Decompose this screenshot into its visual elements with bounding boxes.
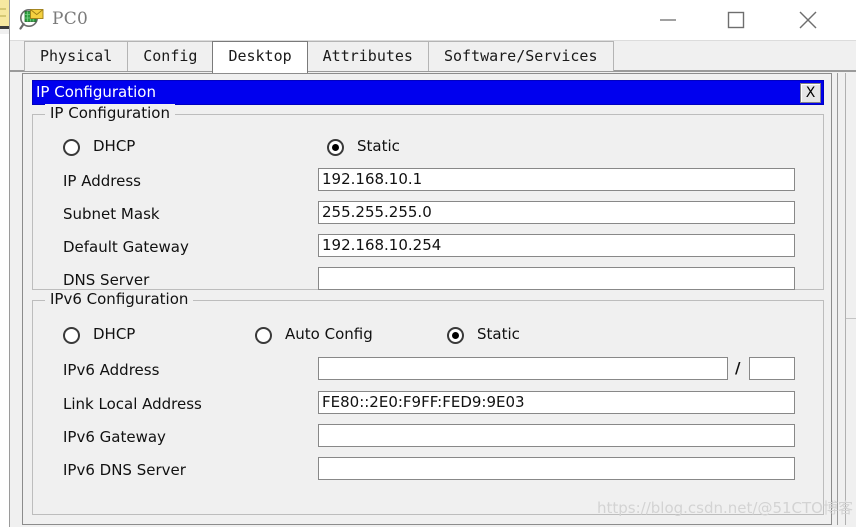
scrollbar-track-edge bbox=[837, 73, 838, 525]
vertical-scrollbar[interactable] bbox=[832, 73, 856, 525]
radio-ipv4-static-label[interactable]: Static bbox=[357, 137, 400, 155]
radio-ipv6-static-label[interactable]: Static bbox=[477, 325, 520, 343]
tab-config[interactable]: Config bbox=[127, 41, 214, 71]
label-ipv6-dns-server: IPv6 DNS Server bbox=[63, 461, 186, 479]
tab-label: Software/Services bbox=[443, 47, 598, 65]
tab-label: Physical bbox=[40, 47, 113, 65]
radio-ipv6-static[interactable] bbox=[447, 327, 464, 344]
pc0-window: PC0 Physical Config Desktop Attributes S… bbox=[9, 0, 856, 527]
input-ip-address[interactable]: 192.168.10.1 bbox=[318, 168, 795, 191]
input-dns-server[interactable] bbox=[318, 267, 795, 290]
background-window-stripe bbox=[0, 15, 6, 17]
scrollbar-track-edge bbox=[845, 73, 846, 525]
tab-software-services[interactable]: Software/Services bbox=[427, 41, 614, 71]
maximize-button[interactable] bbox=[708, 0, 764, 40]
close-icon bbox=[799, 11, 817, 29]
radio-ipv6-auto-config[interactable] bbox=[255, 327, 272, 344]
ipv4-group-legend: IP Configuration bbox=[45, 104, 175, 122]
dialog-title: IP Configuration bbox=[36, 83, 156, 101]
input-ipv6-gateway[interactable] bbox=[318, 424, 795, 447]
radio-ipv4-dhcp[interactable] bbox=[63, 139, 80, 156]
title-bar: PC0 bbox=[10, 0, 856, 41]
tab-physical[interactable]: Physical bbox=[24, 41, 129, 71]
tab-bar: Physical Config Desktop Attributes Softw… bbox=[10, 41, 856, 73]
dialog-close-button[interactable]: X bbox=[800, 83, 821, 103]
scrollbar-tick bbox=[846, 318, 856, 319]
background-window-stripe bbox=[0, 8, 6, 10]
window-title: PC0 bbox=[52, 9, 89, 29]
ipv6-group-legend: IPv6 Configuration bbox=[45, 290, 194, 308]
minimize-icon bbox=[660, 19, 676, 21]
maximize-icon bbox=[727, 11, 745, 29]
input-ipv6-prefix-length[interactable] bbox=[749, 357, 795, 380]
radio-ipv4-dhcp-label[interactable]: DHCP bbox=[93, 137, 135, 155]
input-ipv6-address[interactable] bbox=[318, 357, 728, 380]
label-default-gateway: Default Gateway bbox=[63, 238, 189, 256]
tab-label: Attributes bbox=[322, 47, 413, 65]
label-ipv6-address: IPv6 Address bbox=[63, 361, 160, 379]
tab-attributes[interactable]: Attributes bbox=[306, 41, 429, 71]
input-link-local-address[interactable]: FE80::2E0:F9FF:FED9:9E03 bbox=[318, 391, 795, 414]
ip-configuration-dialog-titlebar: IP Configuration X bbox=[32, 80, 824, 105]
ipv4-configuration-group: IP Configuration DHCP Static IP Address … bbox=[32, 104, 824, 290]
radio-ipv6-dhcp-label[interactable]: DHCP bbox=[93, 325, 135, 343]
radio-ipv6-auto-config-label[interactable]: Auto Config bbox=[285, 325, 373, 343]
ipv6-prefix-separator: / bbox=[735, 359, 741, 377]
background-window-sliver bbox=[0, 0, 10, 34]
label-dns-server: DNS Server bbox=[63, 271, 150, 289]
packet-tracer-pc-icon bbox=[19, 7, 45, 33]
close-button[interactable] bbox=[780, 0, 836, 40]
tab-desktop[interactable]: Desktop bbox=[212, 41, 308, 73]
input-default-gateway[interactable]: 192.168.10.254 bbox=[318, 234, 795, 257]
label-link-local-address: Link Local Address bbox=[63, 395, 202, 413]
label-subnet-mask: Subnet Mask bbox=[63, 205, 160, 223]
tab-label: Config bbox=[143, 47, 198, 65]
input-ipv6-dns-server[interactable] bbox=[318, 457, 795, 480]
ipv6-configuration-group: IPv6 Configuration DHCP Auto Config Stat… bbox=[32, 290, 824, 515]
label-ip-address: IP Address bbox=[63, 172, 141, 190]
desktop-content-panel: IP Configuration X IP Configuration DHCP… bbox=[22, 73, 832, 525]
background-window-edge bbox=[0, 26, 9, 29]
minimize-button[interactable] bbox=[640, 0, 696, 40]
radio-ipv4-static[interactable] bbox=[327, 139, 344, 156]
tab-label: Desktop bbox=[228, 47, 292, 65]
label-ipv6-gateway: IPv6 Gateway bbox=[63, 428, 166, 446]
input-subnet-mask[interactable]: 255.255.255.0 bbox=[318, 201, 795, 224]
radio-ipv6-dhcp[interactable] bbox=[63, 327, 80, 344]
